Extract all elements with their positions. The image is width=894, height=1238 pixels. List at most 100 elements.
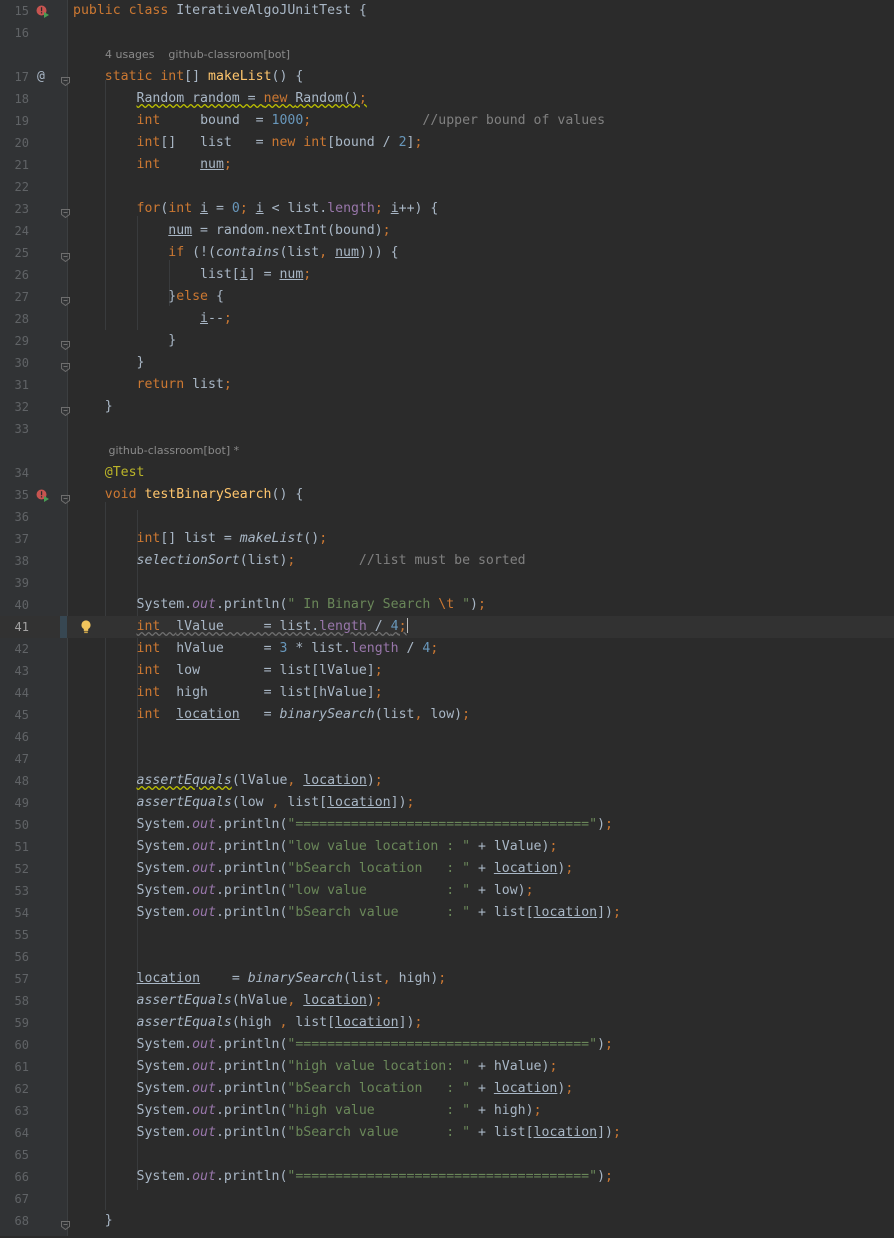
code-text[interactable]: public class IterativeAlgoJUnitTest { (73, 0, 367, 22)
code-line[interactable]: 23 for(int i = 0; i < list.length; i++) … (0, 198, 894, 220)
code-line[interactable]: 27 }else { (0, 286, 894, 308)
code-text[interactable]: int low = list[lValue]; (73, 660, 383, 682)
code-line[interactable]: 46 (0, 726, 894, 748)
code-line[interactable]: 45 int location = binarySearch(list, low… (0, 704, 894, 726)
code-line[interactable]: 37 int[] list = makeList(); (0, 528, 894, 550)
fold-icon[interactable] (61, 358, 70, 373)
code-line[interactable]: 29 } (0, 330, 894, 352)
code-line[interactable]: 21 int num; (0, 154, 894, 176)
code-text[interactable]: System.out.println("====================… (73, 1166, 613, 1188)
code-line[interactable]: 62 System.out.println("bSearch location … (0, 1078, 894, 1100)
fold-icon[interactable] (61, 402, 70, 417)
code-text[interactable]: static int[] makeList() { (73, 66, 304, 88)
code-line[interactable]: 24 num = random.nextInt(bound); (0, 220, 894, 242)
code-line[interactable]: 54 System.out.println("bSearch value : "… (0, 902, 894, 924)
code-line[interactable]: 44 int high = list[hValue]; (0, 682, 894, 704)
fold-icon[interactable] (61, 490, 70, 505)
code-text[interactable]: } (73, 396, 113, 418)
code-line[interactable]: 36 (0, 506, 894, 528)
code-text[interactable]: @Test (73, 462, 145, 484)
code-text[interactable]: list[i] = num; (73, 264, 311, 286)
code-text[interactable]: System.out.println("high value location:… (73, 1056, 558, 1078)
code-text[interactable]: int[] list = new int[bound / 2]; (73, 132, 423, 154)
code-text[interactable]: int bound = 1000; //upper bound of value… (73, 110, 606, 132)
code-text[interactable]: int lValue = list.length / 4; (73, 616, 408, 638)
code-line[interactable]: 16 (0, 22, 894, 44)
fold-icon[interactable] (61, 72, 70, 87)
code-text[interactable]: int location = binarySearch(list, low); (73, 704, 471, 726)
code-text[interactable]: location = binarySearch(list, high); (73, 968, 447, 990)
run-error-icon[interactable] (36, 488, 49, 502)
code-line[interactable]: 22 (0, 176, 894, 198)
fold-icon[interactable] (61, 204, 70, 219)
code-line[interactable]: 28 i--; (0, 308, 894, 330)
code-text[interactable]: System.out.println("bSearch value : " + … (73, 1122, 621, 1144)
code-line[interactable]: 15 public class IterativeAlgoJUnitTest { (0, 0, 894, 22)
code-line[interactable]: 53 System.out.println("low value : " + l… (0, 880, 894, 902)
code-text[interactable]: for(int i = 0; i < list.length; i++) { (73, 198, 439, 220)
code-text[interactable]: assertEquals(low , list[location]); (73, 792, 415, 814)
code-text[interactable]: System.out.println(" In Binary Search \t… (73, 594, 486, 616)
fold-icon[interactable] (61, 292, 70, 307)
code-line[interactable]: 25 if (!(contains(list, num))) { (0, 242, 894, 264)
code-text[interactable]: assertEquals(lValue, location); (73, 770, 383, 792)
code-text[interactable]: System.out.println("====================… (73, 814, 613, 836)
code-line[interactable]: 63 System.out.println("high value : " + … (0, 1100, 894, 1122)
code-line[interactable]: 39 (0, 572, 894, 594)
code-line[interactable]: 64 System.out.println("bSearch value : "… (0, 1122, 894, 1144)
code-line[interactable]: 32 } (0, 396, 894, 418)
code-line[interactable]: 47 (0, 748, 894, 770)
code-text[interactable]: } (73, 330, 176, 352)
code-line[interactable]: 61 System.out.println("high value locati… (0, 1056, 894, 1078)
code-line[interactable]: 38 selectionSort(list); //list must be s… (0, 550, 894, 572)
code-line[interactable]: 67 (0, 1188, 894, 1210)
code-line[interactable]: 55 (0, 924, 894, 946)
code-text[interactable]: System.out.println("bSearch location : "… (73, 1078, 574, 1100)
code-line[interactable]: 51 System.out.println("low value locatio… (0, 836, 894, 858)
code-text[interactable]: System.out.println("====================… (73, 1034, 613, 1056)
code-text[interactable]: int num; (73, 154, 232, 176)
code-line[interactable]: 59 assertEquals(high , list[location]); (0, 1012, 894, 1034)
codevision-hint[interactable]: 4 usages github-classroom[bot] (105, 44, 290, 66)
code-line[interactable]: 60 System.out.println("=================… (0, 1034, 894, 1056)
code-line[interactable]: 48 assertEquals(lValue, location); (0, 770, 894, 792)
code-text[interactable]: int hValue = 3 * list.length / 4; (73, 638, 439, 660)
code-text[interactable]: }else { (73, 286, 224, 308)
code-line[interactable]: 66 System.out.println("=================… (0, 1166, 894, 1188)
code-line[interactable]: 50 System.out.println("=================… (0, 814, 894, 836)
code-line[interactable]: 40 System.out.println(" In Binary Search… (0, 594, 894, 616)
code-line[interactable]: 18 Random random = new Random(); (0, 88, 894, 110)
code-line[interactable]: 42 int hValue = 3 * list.length / 4; (0, 638, 894, 660)
code-text[interactable]: System.out.println("low value location :… (73, 836, 558, 858)
fold-icon[interactable] (61, 248, 70, 263)
code-line[interactable]: 58 assertEquals(hValue, location); (0, 990, 894, 1012)
code-line[interactable]: 52 System.out.println("bSearch location … (0, 858, 894, 880)
code-line[interactable]: 43 int low = list[lValue]; (0, 660, 894, 682)
code-line[interactable]: 31 return list; (0, 374, 894, 396)
code-text[interactable]: System.out.println("bSearch location : "… (73, 858, 574, 880)
fold-icon[interactable] (61, 336, 70, 351)
code-text[interactable]: int high = list[hValue]; (73, 682, 383, 704)
code-line[interactable]: 68 } (0, 1210, 894, 1232)
code-line[interactable]: 17 @ static int[] makeList() { (0, 66, 894, 88)
override-at-icon[interactable]: @ (37, 66, 45, 88)
code-line[interactable]: 34 @Test (0, 462, 894, 484)
code-text[interactable]: void testBinarySearch() { (73, 484, 304, 506)
code-text[interactable]: assertEquals(hValue, location); (73, 990, 383, 1012)
code-line[interactable]: 41 int lValue = list.length / 4; (0, 616, 894, 638)
code-line[interactable]: 33 (0, 418, 894, 440)
code-line[interactable]: 19 int bound = 1000; //upper bound of va… (0, 110, 894, 132)
code-text[interactable]: System.out.println("low value : " + low)… (73, 880, 534, 902)
code-line[interactable]: 30 } (0, 352, 894, 374)
code-line[interactable]: 57 location = binarySearch(list, high); (0, 968, 894, 990)
fold-icon[interactable] (61, 1216, 70, 1231)
run-error-icon[interactable] (36, 4, 49, 18)
code-text[interactable]: num = random.nextInt(bound); (73, 220, 390, 242)
code-text[interactable]: } (73, 1210, 113, 1232)
code-editor[interactable]: 15 public class IterativeAlgoJUnitTest {1… (0, 0, 894, 1236)
code-text[interactable]: System.out.println("bSearch value : " + … (73, 902, 621, 924)
codevision-hint[interactable]: github-classroom[bot] * (105, 440, 239, 462)
code-text[interactable]: Random random = new Random(); (73, 88, 367, 110)
code-text[interactable]: int[] list = makeList(); (73, 528, 328, 550)
code-text[interactable]: System.out.println("high value : " + hig… (73, 1100, 542, 1122)
